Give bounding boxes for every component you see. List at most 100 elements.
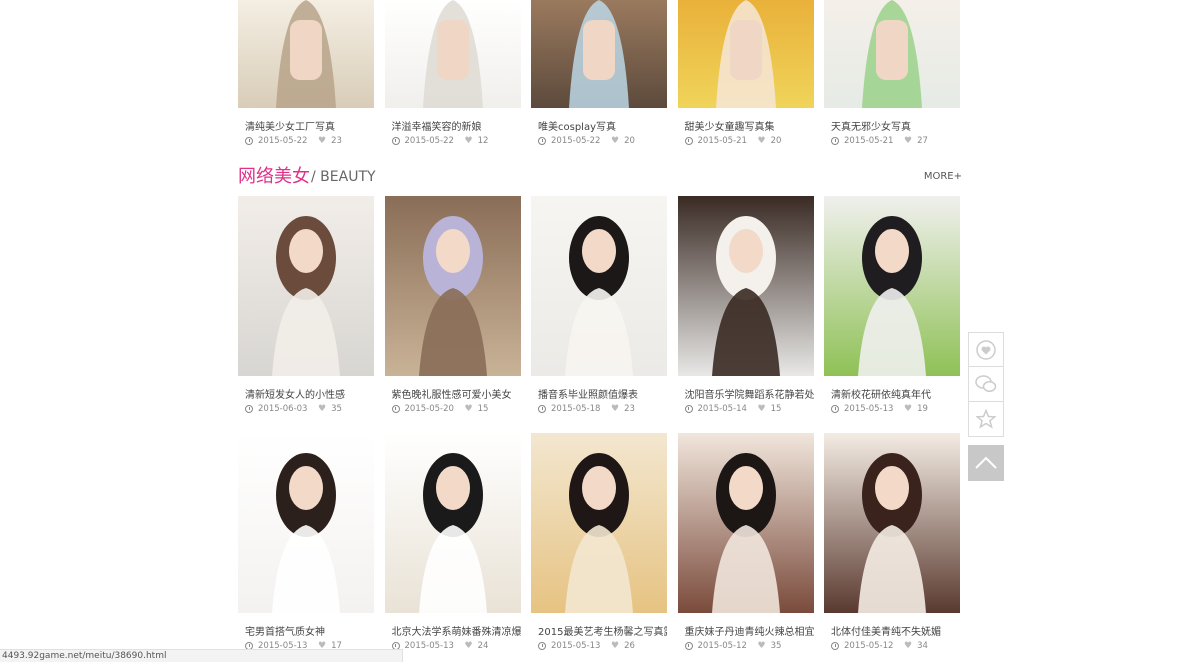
- photo-card[interactable]: 甜美少女童趣写真集 2015-05-21 ♥ 20: [677, 0, 814, 146]
- photo-card[interactable]: 北京大法学系萌妹番殊清凉爆乳 2015-05-13 ♥ 24: [384, 433, 521, 651]
- clock-icon: [391, 137, 400, 145]
- more-link[interactable]: MORE+: [924, 171, 962, 182]
- photo-title[interactable]: 清新短发女人的小性感: [238, 386, 374, 401]
- wechat-button[interactable]: [968, 367, 1004, 402]
- photo-date: 2015-06-03: [258, 404, 308, 414]
- like-count: 26: [624, 641, 635, 651]
- photo-title[interactable]: 沈阳音乐学院舞蹈系花静若处子: [678, 386, 814, 401]
- photo-card[interactable]: 2015最美艺考生杨馨之写真露翻 2015-05-13 ♥ 26: [531, 433, 667, 651]
- photo-meta: 2015-05-22 ♥ 12: [385, 136, 521, 146]
- photo-meta: 2015-05-21 ♥ 27: [824, 136, 960, 146]
- clock-icon: [245, 137, 253, 145]
- photo-thumbnail[interactable]: [677, 433, 814, 613]
- clock-icon: [831, 642, 839, 650]
- back-to-top-button[interactable]: [968, 445, 1004, 481]
- photo-title[interactable]: 重庆妹子丹迪青纯火辣总相宜: [678, 623, 814, 638]
- heart-icon: ♥: [904, 641, 913, 651]
- section-header: 网络美女 / BEAUTY MORE+: [238, 160, 962, 187]
- photo-title[interactable]: 2015最美艺考生杨馨之写真露翻: [531, 623, 667, 638]
- photo-title[interactable]: 洋溢幸福笑容的新娘: [385, 118, 521, 133]
- heart-icon: ♥: [611, 404, 620, 414]
- photo-image: [238, 196, 374, 376]
- clock-icon: [831, 405, 839, 413]
- photo-title[interactable]: 北京大法学系萌妹番殊清凉爆乳: [385, 623, 521, 638]
- photo-image: [824, 0, 960, 108]
- photo-card[interactable]: 清新短发女人的小性感 2015-06-03 ♥ 35: [238, 196, 374, 414]
- photo-title[interactable]: 清新校花研依纯真年代: [824, 386, 960, 401]
- clock-icon: [684, 137, 693, 145]
- arrow-up-icon: [975, 456, 997, 469]
- photo-date: 2015-05-13: [404, 641, 454, 651]
- clock-icon: [538, 137, 546, 145]
- photo-image: [531, 196, 667, 376]
- photo-meta: 2015-05-14 ♥ 15: [678, 404, 814, 414]
- photo-card[interactable]: 北体付佳美青纯不失妩媚 2015-05-12 ♥ 34: [824, 433, 960, 651]
- photo-thumbnail[interactable]: [531, 433, 667, 613]
- photo-card[interactable]: 清纯美少女工厂写真 2015-05-22 ♥ 23: [238, 0, 374, 146]
- photo-title[interactable]: 北体付佳美青纯不失妩媚: [824, 623, 960, 638]
- photo-date: 2015-05-21: [844, 136, 894, 146]
- like-count: 27: [917, 136, 928, 146]
- photo-thumbnail[interactable]: [384, 0, 521, 108]
- clock-icon: [684, 642, 693, 650]
- photo-card[interactable]: 播音系毕业照颜值爆表 2015-05-18 ♥ 23: [531, 196, 667, 414]
- photo-card[interactable]: 清新校花研依纯真年代 2015-05-13 ♥ 19: [824, 196, 960, 414]
- photo-meta: 2015-05-22 ♥ 23: [238, 136, 374, 146]
- photo-image: [238, 433, 374, 613]
- photo-date: 2015-05-13: [844, 404, 894, 414]
- photo-card[interactable]: 唯美cosplay写真 2015-05-22 ♥ 20: [531, 0, 667, 146]
- photo-image: [238, 0, 374, 108]
- heart-icon: ♥: [464, 404, 473, 414]
- photo-thumbnail[interactable]: [677, 0, 814, 108]
- photo-thumbnail[interactable]: [238, 196, 374, 376]
- photo-thumbnail[interactable]: [677, 196, 814, 376]
- photo-card[interactable]: 紫色晚礼服性感可爱小美女 2015-05-20 ♥ 15: [384, 196, 521, 414]
- photo-thumbnail[interactable]: [824, 196, 960, 376]
- photo-meta: 2015-05-18 ♥ 23: [531, 404, 667, 414]
- photo-title[interactable]: 甜美少女童趣写真集: [678, 118, 814, 133]
- photo-thumbnail[interactable]: [384, 196, 521, 376]
- like-button[interactable]: [968, 332, 1004, 367]
- like-count: 35: [770, 641, 782, 651]
- photo-meta: 2015-05-20 ♥ 15: [385, 404, 521, 414]
- photo-image: [677, 196, 814, 376]
- like-count: 34: [917, 641, 928, 651]
- photo-thumbnail[interactable]: [531, 196, 667, 376]
- photo-title[interactable]: 紫色晚礼服性感可爱小美女: [385, 386, 521, 401]
- photo-date: 2015-05-21: [697, 136, 747, 146]
- photo-image: [677, 0, 814, 108]
- heart-icon: ♥: [904, 136, 913, 146]
- photo-title[interactable]: 清纯美少女工厂写真: [238, 118, 374, 133]
- heart-icon: ♥: [464, 136, 473, 146]
- heart-icon: ♥: [611, 136, 620, 146]
- photo-title[interactable]: 天真无邪少女写真: [824, 118, 960, 133]
- photo-title[interactable]: 播音系毕业照颜值爆表: [531, 386, 667, 401]
- clock-icon: [831, 137, 839, 145]
- photo-title[interactable]: 宅男首搭气质女神: [238, 623, 374, 638]
- photo-card[interactable]: 宅男首搭气质女神 2015-05-13 ♥ 17: [238, 433, 374, 651]
- photo-meta: 2015-05-12 ♥ 34: [824, 641, 960, 651]
- photo-thumbnail[interactable]: [824, 0, 960, 108]
- photo-thumbnail[interactable]: [531, 0, 667, 108]
- favorite-button[interactable]: [968, 402, 1004, 437]
- photo-card[interactable]: 天真无邪少女写真 2015-05-21 ♥ 27: [824, 0, 960, 146]
- photo-meta: 2015-05-13 ♥ 26: [531, 641, 667, 651]
- heart-icon: ♥: [318, 404, 327, 414]
- photo-card[interactable]: 洋溢幸福笑容的新娘 2015-05-22 ♥ 12: [384, 0, 521, 146]
- photo-image: [677, 433, 814, 613]
- photo-thumbnail[interactable]: [238, 0, 374, 108]
- like-count: 15: [477, 404, 489, 414]
- photo-date: 2015-05-12: [697, 641, 747, 651]
- photo-card[interactable]: 重庆妹子丹迪青纯火辣总相宜 2015-05-12 ♥ 35: [677, 433, 814, 651]
- star-icon: [976, 409, 996, 429]
- photo-thumbnail[interactable]: [824, 433, 960, 613]
- like-count: 15: [770, 404, 782, 414]
- photo-title[interactable]: 唯美cosplay写真: [531, 118, 667, 133]
- photo-card[interactable]: 沈阳音乐学院舞蹈系花静若处子 2015-05-14 ♥ 15: [677, 196, 814, 414]
- photo-date: 2015-05-22: [551, 136, 601, 146]
- photo-thumbnail[interactable]: [384, 433, 521, 613]
- photo-date: 2015-05-20: [404, 404, 454, 414]
- section-subtitle: / BEAUTY: [311, 169, 376, 185]
- photo-meta: 2015-05-21 ♥ 20: [678, 136, 814, 146]
- photo-thumbnail[interactable]: [238, 433, 374, 613]
